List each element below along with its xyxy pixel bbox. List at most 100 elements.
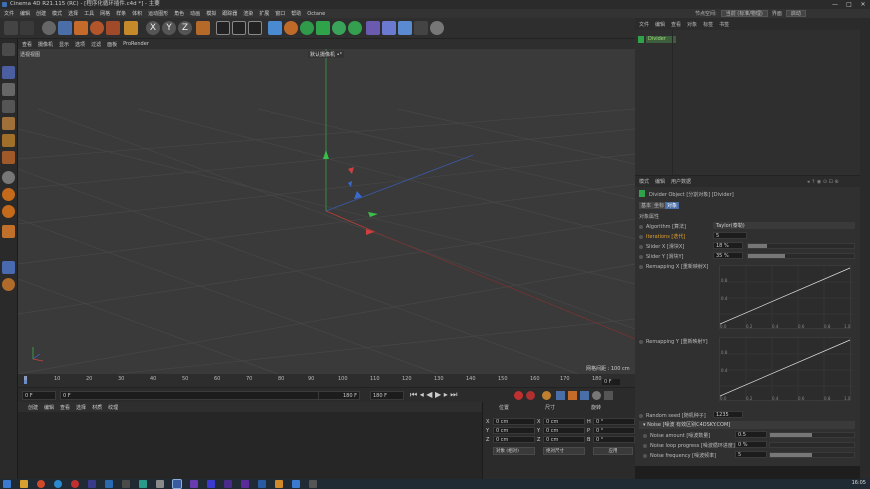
noise-loop-field[interactable]: 0 % [735, 441, 767, 448]
apply-button[interactable]: 应用 [593, 447, 633, 455]
size-z-field[interactable]: 0 cm [543, 436, 585, 443]
effector-icon[interactable] [332, 21, 346, 35]
end-frame-field[interactable]: 180 F [318, 391, 360, 400]
frame-indicator[interactable]: 0 F [602, 379, 620, 385]
object-menu-edit[interactable]: 编辑 [655, 21, 665, 28]
octane-icon[interactable] [2, 261, 15, 274]
coord-mode-dropdown[interactable]: 对象 (相对) [493, 447, 535, 455]
material-menu-material[interactable]: 材质 [92, 404, 102, 411]
rot-h-field[interactable]: 0 ° [593, 418, 635, 425]
after-effects-icon[interactable] [241, 480, 249, 488]
iterations-field[interactable]: 5 [713, 232, 747, 239]
noise-section-header[interactable]: ▾ Noise [噪波 有效区别C4DSKY.COM] [639, 421, 855, 429]
camera-icon[interactable] [414, 21, 428, 35]
attr-menu-userdata[interactable]: 用户数据 [671, 178, 691, 185]
size-mode-dropdown[interactable]: 绝对尺寸 [543, 447, 585, 455]
object-menu-view[interactable]: 查看 [671, 21, 681, 28]
cube-icon[interactable] [268, 21, 282, 35]
menu-file[interactable]: 文件 [4, 10, 14, 17]
mograph-icon[interactable] [348, 21, 362, 35]
minimize-button[interactable]: — [828, 0, 842, 9]
workplane-icon[interactable] [2, 100, 15, 113]
render-to-picture-viewer-icon[interactable] [232, 21, 246, 35]
render-view-icon[interactable] [216, 21, 230, 35]
rotation-key-icon[interactable] [580, 391, 589, 400]
position-key-icon[interactable] [556, 391, 565, 400]
noise-amount-field[interactable]: 0.5 [735, 431, 767, 438]
material-menu-create[interactable]: 创建 [28, 404, 38, 411]
live-select-icon[interactable] [42, 21, 56, 35]
make-editable-icon[interactable] [2, 43, 15, 56]
viewport-menu-options[interactable]: 选项 [75, 41, 85, 48]
slider-y-field[interactable]: 35 % [713, 252, 743, 259]
menu-extensions[interactable]: 扩展 [259, 10, 269, 17]
menu-window[interactable]: 窗口 [275, 10, 285, 17]
app-icon-1[interactable] [88, 480, 96, 488]
render-settings-icon[interactable] [248, 21, 262, 35]
cinema4d-taskbar-icon[interactable] [172, 479, 182, 489]
move-icon[interactable] [58, 21, 72, 35]
node-space-dropdown[interactable]: 当前 (标准/物理) [720, 10, 768, 17]
premiere-icon[interactable] [224, 480, 232, 488]
timeline-ruler[interactable]: 0 10 20 30 40 50 60 70 80 90 100 110 120… [18, 374, 635, 387]
object-menu-tags[interactable]: 标签 [703, 21, 713, 28]
current-frame-field[interactable]: 0 F [60, 391, 360, 400]
lock-workplane-icon[interactable] [2, 225, 15, 238]
menu-volume[interactable]: 体积 [132, 10, 142, 17]
viewport-menu-filter[interactable]: 过滤 [91, 41, 101, 48]
record-icon[interactable] [514, 391, 523, 400]
attr-menu-edit[interactable]: 编辑 [655, 178, 665, 185]
scale-key-icon[interactable] [568, 391, 577, 400]
solo-icon[interactable] [2, 278, 15, 291]
coordinate-system-icon[interactable] [124, 21, 138, 35]
object-manager[interactable]: Divider [635, 30, 860, 175]
camera-label[interactable]: 默认摄像机 •° [308, 51, 345, 58]
menu-help[interactable]: 帮助 [291, 10, 301, 17]
menu-octane[interactable]: Octane [307, 11, 325, 17]
noise-loop-track[interactable] [769, 442, 855, 448]
viewport-menu-panel[interactable]: 面板 [107, 41, 117, 48]
menu-mode[interactable]: 模式 [52, 10, 62, 17]
points-mode-icon[interactable] [2, 117, 15, 130]
material-menu-edit[interactable]: 编辑 [44, 404, 54, 411]
snap-icon[interactable] [2, 188, 15, 201]
browser-icon[interactable] [37, 480, 45, 488]
attr-nav-icons[interactable]: ◂ ↑ ◉ ⊙ ⊡ ⊕ [807, 179, 839, 185]
app-icon-5[interactable] [156, 480, 164, 488]
menu-tracker[interactable]: 跟踪器 [222, 10, 237, 17]
app-icon-2[interactable] [105, 480, 113, 488]
menu-character[interactable]: 角色 [174, 10, 184, 17]
menu-edit[interactable]: 编辑 [20, 10, 30, 17]
menu-simulate[interactable]: 模拟 [206, 10, 216, 17]
object-menu-object[interactable]: 对象 [687, 21, 697, 28]
light-icon[interactable] [430, 21, 444, 35]
tab-basic[interactable]: 基本 [639, 202, 654, 209]
autokey-icon[interactable] [526, 391, 535, 400]
app-icon-6[interactable] [190, 480, 198, 488]
photoshop-icon[interactable] [258, 480, 266, 488]
subdivision-icon[interactable] [300, 21, 314, 35]
perspective-viewport[interactable]: 透视视图 默认摄像机 •° 网格间距 : 100 cm ✥ ⟲ ⊡ ▢ [18, 49, 635, 374]
cloner-icon[interactable] [316, 21, 330, 35]
material-menu-view[interactable]: 查看 [60, 404, 70, 411]
rotate-icon[interactable] [90, 21, 104, 35]
deformer-icon[interactable] [366, 21, 380, 35]
menu-select[interactable]: 选择 [68, 10, 78, 17]
remap-x-graph[interactable]: 0.8 0.4 0.0 0.2 0.4 0.6 0.8 1.0 [719, 265, 852, 330]
attr-menu-mode[interactable]: 模式 [639, 178, 649, 185]
keyframe-selection-icon[interactable] [542, 391, 551, 400]
app-icon-7[interactable] [207, 480, 215, 488]
undo-icon[interactable] [4, 21, 18, 35]
random-seed-field[interactable]: 1235 [713, 411, 743, 418]
start-frame-field[interactable]: 0 F [22, 391, 56, 400]
pen-icon[interactable] [284, 21, 298, 35]
viewport-menu-view[interactable]: 查看 [22, 41, 32, 48]
tab-coord[interactable]: 坐标 [652, 202, 667, 209]
layout-dropdown[interactable]: 启动 [785, 10, 806, 17]
algorithm-dropdown[interactable]: Taylor(泰勒) [713, 222, 855, 229]
app-icon-3[interactable] [122, 480, 130, 488]
x-axis-lock-icon[interactable]: X [146, 21, 160, 35]
app-icon-8[interactable] [275, 480, 283, 488]
z-axis-lock-icon[interactable]: Z [178, 21, 192, 35]
material-menu-select[interactable]: 选择 [76, 404, 86, 411]
